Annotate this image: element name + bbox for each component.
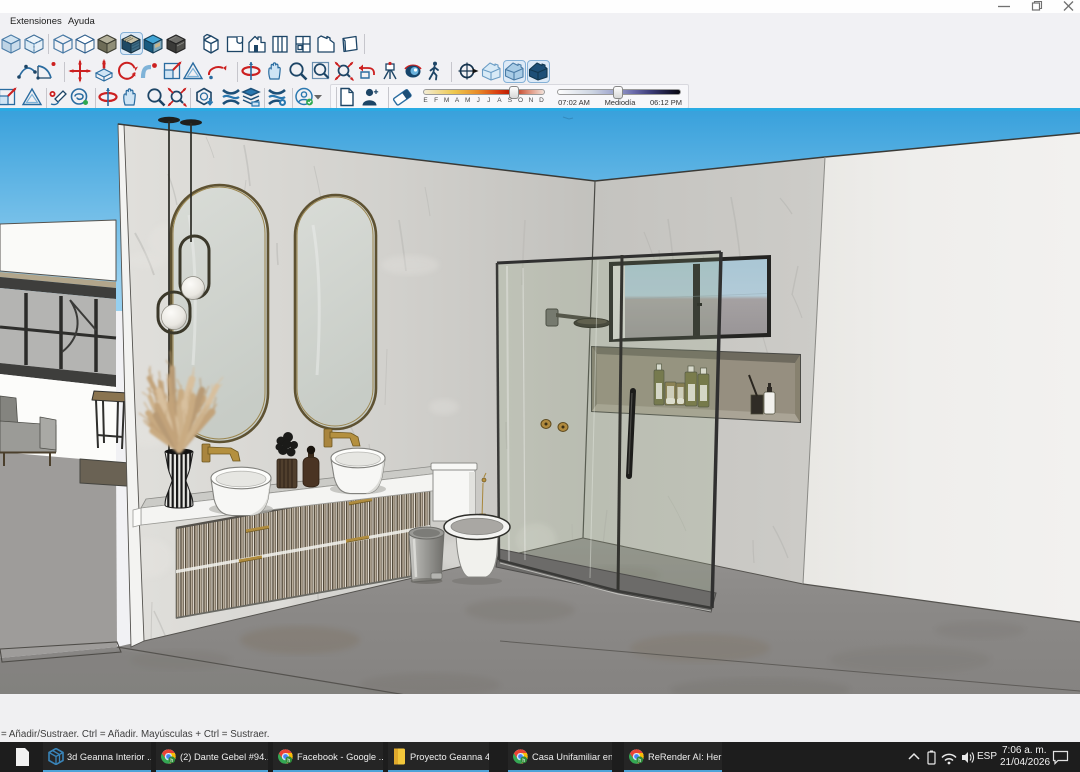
svg-text:h: h bbox=[287, 758, 290, 764]
svg-text:h: h bbox=[638, 758, 641, 764]
svg-text:h: h bbox=[522, 758, 525, 764]
svg-text:h: h bbox=[170, 758, 173, 764]
